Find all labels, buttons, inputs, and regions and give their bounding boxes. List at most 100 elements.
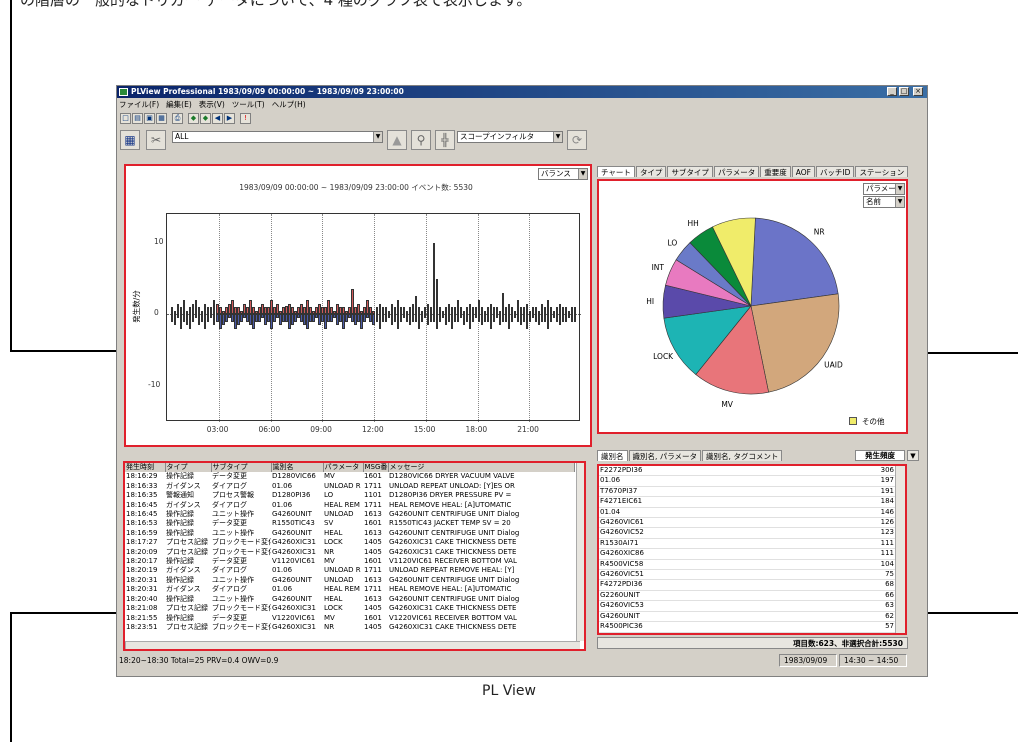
column-header[interactable]: パラメータ [323, 463, 364, 473]
list-item[interactable]: G4260VIC53 63 [599, 600, 895, 612]
chevron-down-icon[interactable]: ▼ [553, 132, 562, 142]
first-icon[interactable]: ◆ [188, 113, 199, 124]
column-header[interactable]: 識別名 [271, 463, 324, 473]
tab-type[interactable]: タイプ [635, 166, 667, 177]
chevron-down-icon[interactable]: ▼ [578, 169, 587, 179]
list-item[interactable]: G4260VIC61 126 [599, 517, 895, 529]
list-item[interactable]: T7670PI37 191 [599, 486, 895, 498]
list-body: F2272PDI36 306 01.06 197 T7670PI37 191 F4271EI… [599, 466, 895, 633]
tab-tag-comment[interactable]: 識別名, タグコメント [702, 450, 783, 461]
list-item[interactable]: F2272PDI36 306 [599, 466, 895, 477]
filter-table-icon[interactable]: ▦ [120, 130, 140, 150]
list-item[interactable]: G4260VIC52 123 [599, 527, 895, 539]
scope-filter-combo[interactable]: スコープインフィルタ ▼ [457, 131, 563, 143]
callout-line-left-bottom-v [10, 612, 12, 742]
tab-tag-name[interactable]: 識別名 [597, 450, 628, 461]
tab-subtype[interactable]: サブタイプ [667, 166, 713, 177]
table-row[interactable]: 18:20:40 操作記録 ユニット操作 G4260UNIT HEAL 1613 G4260… [125, 595, 574, 604]
sort-frequency-button[interactable]: 発生頻度 [855, 450, 905, 461]
x-tick-label: 21:00 [517, 425, 539, 434]
table-row[interactable]: 18:20:31 操作記録 ユニット操作 G4260UNIT UNLOAD 1613 G42… [125, 576, 574, 585]
event-table: 発生時刻タイプサブタイプ識別名パラメータMSG番号メッセージ 18:16:29 操… [125, 463, 575, 632]
list-item[interactable]: R4500VIC58 104 [599, 559, 895, 571]
column-header[interactable]: サブタイプ [211, 463, 272, 473]
print-icon[interactable]: ⎙ [172, 113, 183, 124]
list-scrollbar[interactable] [895, 466, 905, 633]
table-row[interactable]: 18:16:35 警報通知 プロセス警報 D1280PI36 LO 1101 D1280PI… [125, 491, 574, 500]
new-icon[interactable]: □ [120, 113, 131, 124]
tab-priority[interactable]: 重要度 [760, 166, 791, 177]
horizontal-scrollbar[interactable] [125, 641, 580, 649]
table-row[interactable]: 18:16:45 操作記録 ユニット操作 G4260UNIT UNLOAD 1613 G42… [125, 510, 574, 519]
save-as-icon[interactable]: ▦ [156, 113, 167, 124]
tab-tag-parameter[interactable]: 識別名, パラメータ [628, 450, 702, 461]
up-arrow-icon[interactable]: ▲ [387, 130, 407, 150]
menu-file[interactable]: ファイル(F) [119, 100, 159, 109]
table-row[interactable]: 18:21:08 プロセス記録 ブロックモード変化 G4260XIC31 LOCK 140… [125, 604, 574, 613]
forward-icon[interactable]: ▶ [224, 113, 235, 124]
table-cell: 1613 [364, 575, 382, 584]
table-row[interactable]: 18:16:45 ガイダンス ダイアログ 01.06 HEAL REM 1711 HEAL … [125, 501, 574, 510]
grid-icon[interactable]: ╬ [435, 130, 455, 150]
table-cell: UNLOAD [324, 510, 354, 519]
table-cell: 01.06 [272, 585, 293, 594]
list-item[interactable]: G4260UNIT 62 [599, 611, 895, 623]
column-header[interactable]: MSG番号 [363, 463, 389, 473]
list-item[interactable]: R1530AI71 111 [599, 538, 895, 550]
refresh-icon[interactable]: ⟳ [567, 130, 587, 150]
list-item[interactable]: F4272PDI36 68 [599, 579, 895, 591]
list-item[interactable]: G4260VIC51 75 [599, 569, 895, 581]
table-row[interactable]: 18:17:27 プロセス記録 ブロックモード変化 G4260XIC31 LOCK 140… [125, 538, 574, 547]
column-header[interactable]: メッセージ [388, 463, 575, 473]
column-header[interactable]: タイプ [165, 463, 212, 473]
table-row[interactable]: 18:16:59 操作記録 ユニット操作 G4260UNIT HEAL 1613 G4260… [125, 529, 574, 538]
table-cell: ブロックモード変化 [212, 604, 271, 613]
list-item[interactable]: 01.06 197 [599, 475, 895, 487]
balance-combo[interactable]: バランス ▼ [538, 168, 588, 180]
list-item[interactable]: G2260UNIT 66 [599, 590, 895, 602]
menu-edit[interactable]: 編集(E) [166, 100, 192, 109]
list-item[interactable]: G4260XIC86 111 [599, 548, 895, 560]
callout-line-right [920, 352, 1018, 354]
menu-help[interactable]: ヘルプ(H) [272, 100, 306, 109]
table-row[interactable]: 18:23:51 プロセス記録 ブロックモード変化 G4260XIC31 NR 1405 G… [125, 623, 574, 632]
tab-parameter[interactable]: パラメータ [713, 166, 760, 177]
column-header[interactable]: 発生時刻 [125, 463, 166, 473]
list-tab-bar: 識別名 識別名, パラメータ 識別名, タグコメント [597, 450, 783, 461]
search-icon[interactable]: ⚲ [411, 130, 431, 150]
sort-dropdown-icon[interactable]: ▼ [907, 450, 919, 461]
vertical-scrollbar[interactable] [576, 463, 584, 641]
table-row[interactable]: 18:20:19 ガイダンス ダイアログ 01.06 UNLOAD R 1711 UNLOA… [125, 566, 574, 575]
scissors-icon[interactable]: ✂ [146, 130, 166, 150]
filter-combo[interactable]: ALL ▼ [172, 131, 383, 143]
menu-view[interactable]: 表示(V) [199, 100, 225, 109]
table-row[interactable]: 18:16:53 操作記録 データ変更 R1550TIC43 SV 1601 R1550TI… [125, 519, 574, 528]
minimize-button[interactable]: _ [887, 87, 897, 96]
table-row[interactable]: 18:16:29 操作記録 データ変更 D1280VIC66 MV 1601 D1280VI… [125, 472, 574, 481]
previous-icon[interactable]: ◆ [200, 113, 211, 124]
save-icon[interactable]: ▣ [144, 113, 155, 124]
tab-batch-id[interactable]: バッチID [815, 166, 855, 177]
table-cell: ダイアログ [212, 585, 247, 594]
table-row[interactable]: 18:20:09 プロセス記録 ブロックモード変化 G4260XIC31 NR 1405 G… [125, 548, 574, 557]
close-button[interactable]: × [913, 87, 923, 96]
list-item[interactable]: 01.04 146 [599, 507, 895, 519]
chevron-down-icon[interactable]: ▼ [373, 132, 382, 142]
menu-tools[interactable]: ツール(T) [232, 100, 265, 109]
tab-aof[interactable]: AOF [791, 166, 815, 177]
table-row[interactable]: 18:16:33 ガイダンス ダイアログ 01.06 UNLOAD R 1711 UNLOA… [125, 482, 574, 491]
table-row[interactable]: 18:21:55 操作記録 データ変更 V1220VIC61 MV 1601 V1220VI… [125, 614, 574, 623]
back-icon[interactable]: ◀ [212, 113, 223, 124]
table-row[interactable]: 18:20:31 ガイダンス ダイアログ 01.06 HEAL REM 1711 HEAL … [125, 585, 574, 594]
tab-chart[interactable]: チャート [597, 166, 635, 177]
open-icon[interactable]: ▤ [132, 113, 143, 124]
alert-icon[interactable]: ! [240, 113, 251, 124]
y-tick-label: -10 [148, 380, 161, 390]
table-cell: G4260UNIT [272, 594, 312, 603]
maximize-button[interactable]: □ [899, 87, 909, 96]
table-cell: 操作記録 [166, 528, 194, 537]
table-row[interactable]: 18:20:17 操作記録 データ変更 V1120VIC61 MV 1601 V1120VI… [125, 557, 574, 566]
tab-station[interactable]: ステーション [855, 166, 909, 177]
list-item[interactable]: R4500PIC36 57 [599, 621, 895, 633]
list-item[interactable]: F4271EIC61 184 [599, 496, 895, 508]
